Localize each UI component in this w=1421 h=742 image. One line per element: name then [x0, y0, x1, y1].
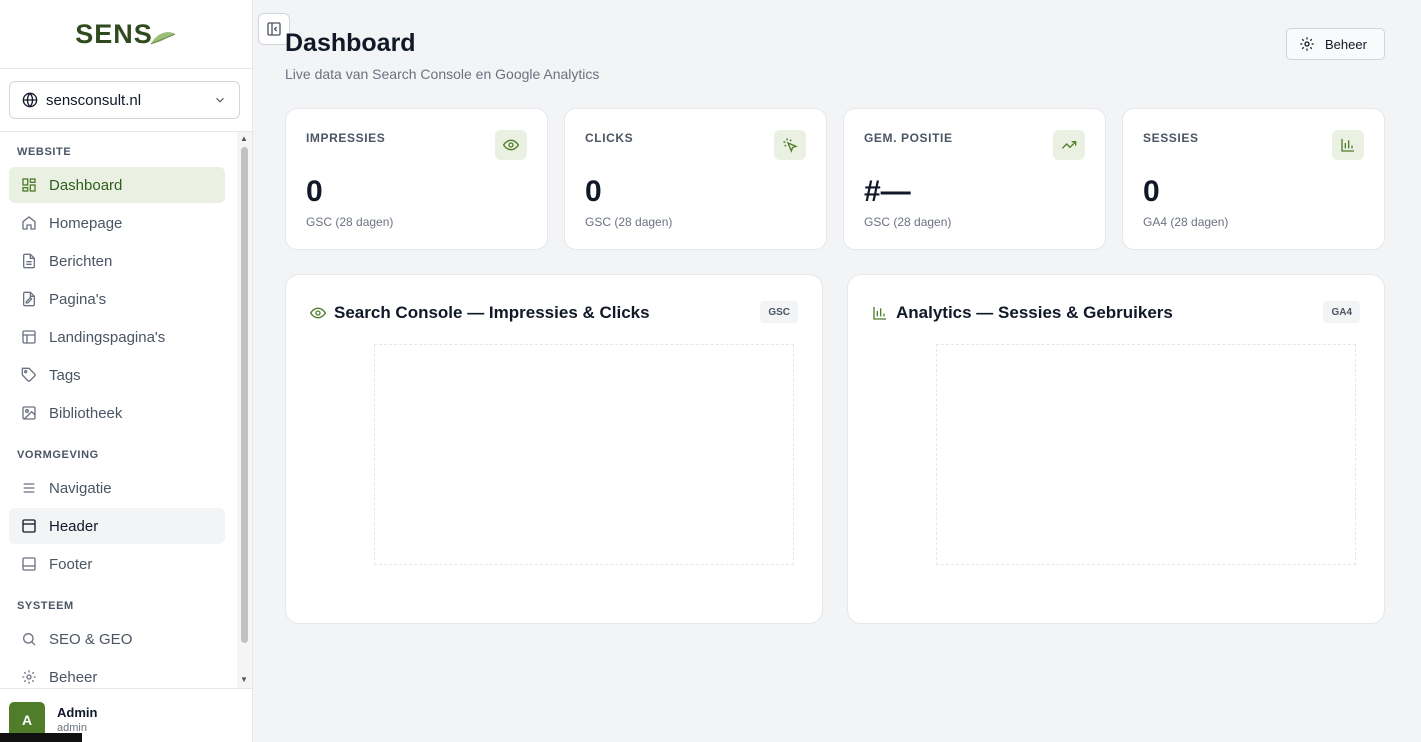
- sidebar-item-seo-geo[interactable]: SEO & GEO: [9, 621, 225, 657]
- chart-badge: GSC: [760, 301, 798, 323]
- sidebar-item-navigatie[interactable]: Navigatie: [9, 470, 225, 506]
- layout-grid-icon: [20, 176, 38, 194]
- sidebar-item-label: Dashboard: [49, 176, 123, 194]
- tooltip: [0, 733, 82, 742]
- stat-label: IMPRESSIES: [306, 131, 386, 145]
- sidebar-item-label: Header: [49, 517, 99, 535]
- scroll-up-icon[interactable]: ▲: [240, 134, 248, 143]
- sidebar-item-label: SEO & GEO: [49, 630, 133, 648]
- page-subtitle: Live data van Search Console en Google A…: [285, 66, 600, 82]
- site-selector-value: sensconsult.nl: [46, 91, 142, 109]
- sidebar-item-header[interactable]: Header: [9, 508, 225, 544]
- page-title: Dashboard: [285, 29, 416, 57]
- stat-card-gem-positie: GEM. POSITIE #— GSC (28 dagen): [843, 108, 1106, 250]
- gear-icon: [1299, 36, 1315, 52]
- sidebar-item-label: Bibliotheek: [49, 404, 123, 422]
- nav-section-vormgeving: VORMGEVING: [17, 449, 99, 461]
- logo-text: SENS: [75, 18, 153, 49]
- panel-top-icon: [20, 517, 38, 535]
- stat-card-clicks: CLICKS 0 GSC (28 dagen): [564, 108, 827, 250]
- chart-header: Analytics — Sessies & Gebruikers: [872, 303, 1173, 323]
- sidebar-item-paginas[interactable]: Pagina's: [9, 281, 225, 317]
- nav-section-website: WEBSITE: [17, 146, 72, 158]
- layout-icon: [20, 328, 38, 346]
- sidebar-item-beheer[interactable]: Beheer: [9, 659, 225, 688]
- menu-icon: [20, 479, 38, 497]
- sidebar-scrollbar[interactable]: ▲ ▼: [237, 132, 252, 688]
- stat-note: GSC (28 dagen): [306, 215, 394, 229]
- panel-left-close-icon: [266, 21, 282, 37]
- sidebar-item-label: Landingspagina's: [49, 328, 166, 346]
- bar-chart-icon: [1332, 130, 1364, 160]
- chart-header: Search Console — Impressies & Clicks: [310, 303, 650, 323]
- stat-value: 0: [306, 175, 323, 208]
- beheer-button-label: Beheer: [1325, 36, 1367, 52]
- home-icon: [20, 214, 38, 232]
- sidebar-item-label: Navigatie: [49, 479, 112, 497]
- nav-section-systeem: SYSTEEM: [17, 600, 74, 612]
- panel-bottom-icon: [20, 555, 38, 573]
- stat-note: GSC (28 dagen): [864, 215, 952, 229]
- sidebar-item-label: Beheer: [49, 668, 98, 686]
- chart-badge: GA4: [1323, 301, 1360, 323]
- sidebar-item-footer[interactable]: Footer: [9, 546, 225, 582]
- sidebar-item-label: Pagina's: [49, 290, 107, 308]
- sidebar-item-label: Homepage: [49, 214, 123, 232]
- scroll-thumb[interactable]: [241, 147, 248, 643]
- eye-icon: [310, 305, 326, 321]
- stat-value: 0: [1143, 175, 1160, 208]
- scroll-down-icon[interactable]: ▼: [240, 675, 248, 684]
- sidebar: SENS sensconsult.nl WEBSITE Dashboard Ho…: [0, 0, 253, 742]
- chart-card-search-console: Search Console — Impressies & Clicks GSC: [285, 274, 823, 624]
- sidebar-item-berichten[interactable]: Berichten: [9, 243, 225, 279]
- stat-card-impressies: IMPRESSIES 0 GSC (28 dagen): [285, 108, 548, 250]
- chevron-down-icon: [213, 93, 227, 107]
- sidebar-item-label: Tags: [49, 366, 81, 384]
- user-name: Admin: [57, 705, 98, 720]
- sidebar-item-label: Footer: [49, 555, 93, 573]
- stat-label: SESSIES: [1143, 131, 1199, 145]
- sidebar-nav: WEBSITE Dashboard Homepage Berichten Pag…: [0, 132, 237, 688]
- stat-note: GA4 (28 dagen): [1143, 215, 1229, 229]
- chart-title: Analytics — Sessies & Gebruikers: [896, 303, 1173, 322]
- stat-label: GEM. POSITIE: [864, 131, 953, 145]
- sidebar-item-dashboard[interactable]: Dashboard: [9, 167, 225, 203]
- stat-note: GSC (28 dagen): [585, 215, 673, 229]
- file-text-icon: [20, 252, 38, 270]
- search-icon: [20, 630, 38, 648]
- globe-icon: [22, 92, 38, 108]
- chart-area: [374, 344, 794, 565]
- beheer-button[interactable]: Beheer: [1286, 28, 1385, 60]
- stat-value: #—: [864, 175, 911, 208]
- eye-icon: [495, 130, 527, 160]
- logo-area: SENS: [0, 0, 252, 69]
- chart-area: [936, 344, 1356, 565]
- logo[interactable]: SENS: [75, 19, 177, 50]
- sidebar-item-label: Berichten: [49, 252, 113, 270]
- sidebar-item-homepage[interactable]: Homepage: [9, 205, 225, 241]
- chart-title: Search Console — Impressies & Clicks: [334, 303, 650, 322]
- stat-label: CLICKS: [585, 131, 634, 145]
- bar-chart-icon: [872, 305, 888, 321]
- stat-value: 0: [585, 175, 602, 208]
- file-edit-icon: [20, 290, 38, 308]
- site-selector[interactable]: sensconsult.nl: [9, 81, 240, 119]
- leaf-logo-icon: [150, 31, 175, 44]
- image-icon: [20, 404, 38, 422]
- sidebar-item-bibliotheek[interactable]: Bibliotheek: [9, 395, 225, 431]
- sidebar-item-landingspaginas[interactable]: Landingspagina's: [9, 319, 225, 355]
- gear-icon: [20, 668, 38, 686]
- mouse-click-icon: [774, 130, 806, 160]
- sidebar-item-tags[interactable]: Tags: [9, 357, 225, 393]
- trending-up-icon: [1053, 130, 1085, 160]
- chart-card-analytics: Analytics — Sessies & Gebruikers GA4: [847, 274, 1385, 624]
- stat-card-sessies: SESSIES 0 GA4 (28 dagen): [1122, 108, 1385, 250]
- tag-icon: [20, 366, 38, 384]
